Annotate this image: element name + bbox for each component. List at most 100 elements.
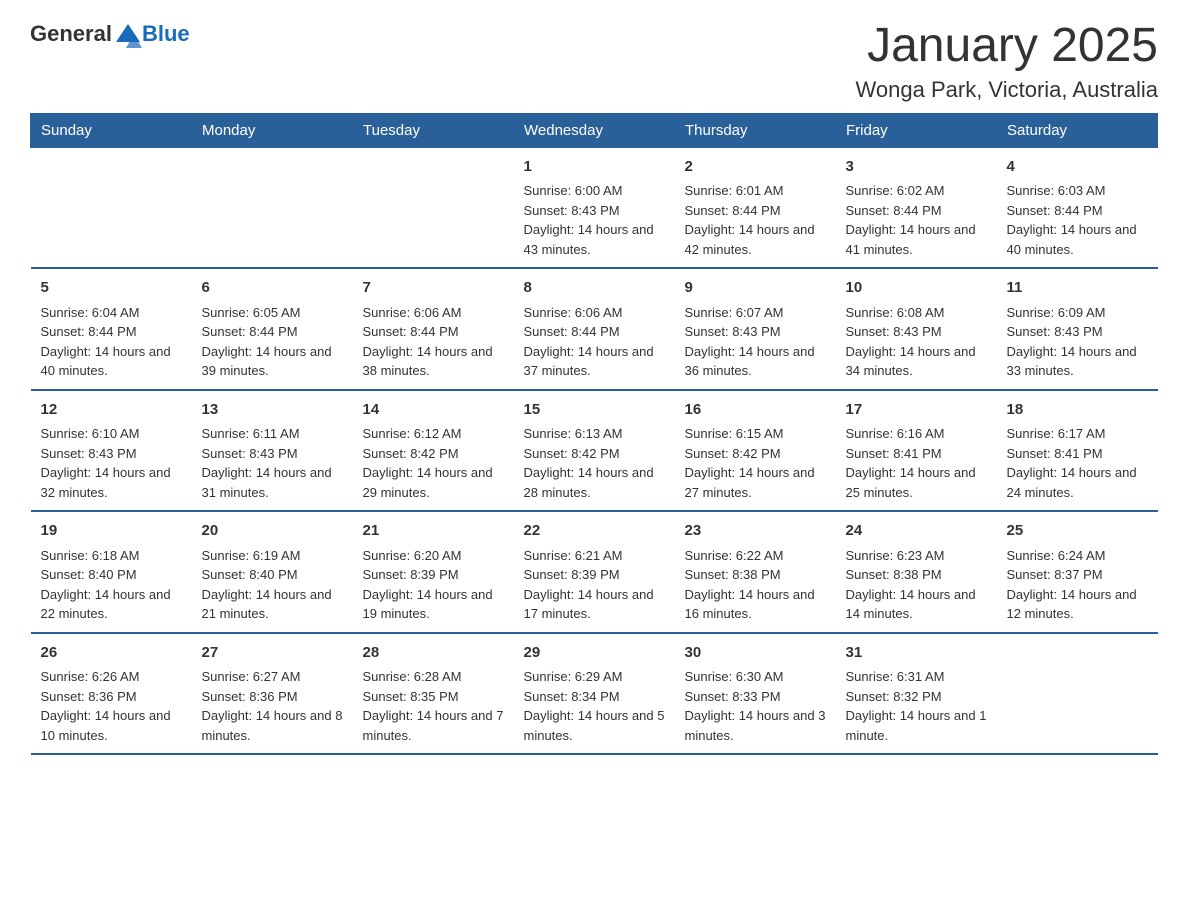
day-info: Sunrise: 6:16 AMSunset: 8:41 PMDaylight:… <box>846 424 987 502</box>
calendar-cell: 16Sunrise: 6:15 AMSunset: 8:42 PMDayligh… <box>675 390 836 512</box>
header-row: SundayMondayTuesdayWednesdayThursdayFrid… <box>31 113 1158 147</box>
day-info: Sunrise: 6:01 AMSunset: 8:44 PMDaylight:… <box>685 181 826 259</box>
day-info: Sunrise: 6:09 AMSunset: 8:43 PMDaylight:… <box>1007 303 1148 381</box>
day-number: 12 <box>41 399 182 422</box>
calendar-cell: 22 Sunrise: 6:21 AMSunset: 8:39 PMDayligh… <box>514 511 675 633</box>
calendar-cell: 24 Sunrise: 6:23 AMSunset: 8:38 PMDayligh… <box>836 511 997 633</box>
header-cell-saturday: Saturday <box>997 113 1158 147</box>
day-info: Sunrise: 6:08 AMSunset: 8:43 PMDaylight:… <box>846 303 987 381</box>
week-row-5: 26Sunrise: 6:26 AMSunset: 8:36 PMDayligh… <box>31 633 1158 755</box>
calendar-cell: 23 Sunrise: 6:22 AMSunset: 8:38 PMDayligh… <box>675 511 836 633</box>
calendar-cell: 15Sunrise: 6:13 AMSunset: 8:42 PMDayligh… <box>514 390 675 512</box>
day-info: Sunrise: 6:15 AMSunset: 8:42 PMDaylight:… <box>685 424 826 502</box>
calendar-cell <box>192 147 353 268</box>
month-title: January 2025 <box>856 20 1158 73</box>
day-number: 29 <box>524 642 665 665</box>
header-cell-thursday: Thursday <box>675 113 836 147</box>
day-number: 11 <box>1007 277 1148 300</box>
calendar-cell: 18Sunrise: 6:17 AMSunset: 8:41 PMDayligh… <box>997 390 1158 512</box>
day-number: 27 <box>202 642 343 665</box>
day-info: Sunrise: 6:20 AMSunset: 8:39 PMDaylight:… <box>363 546 504 624</box>
day-info: Sunrise: 6:27 AMSunset: 8:36 PMDaylight:… <box>202 667 343 745</box>
header-cell-wednesday: Wednesday <box>514 113 675 147</box>
day-info: Sunrise: 6:24 AMSunset: 8:37 PMDaylight:… <box>1007 546 1148 624</box>
day-info: Sunrise: 6:28 AMSunset: 8:35 PMDaylight:… <box>363 667 504 745</box>
day-info: Sunrise: 6:22 AMSunset: 8:38 PMDaylight:… <box>685 546 826 624</box>
calendar-cell: 8Sunrise: 6:06 AMSunset: 8:44 PMDaylight… <box>514 268 675 390</box>
day-info: Sunrise: 6:21 AMSunset: 8:39 PMDaylight:… <box>524 546 665 624</box>
day-info: Sunrise: 6:29 AMSunset: 8:34 PMDaylight:… <box>524 667 665 745</box>
day-number: 30 <box>685 642 826 665</box>
day-number: 1 <box>524 156 665 179</box>
day-info: Sunrise: 6:02 AMSunset: 8:44 PMDaylight:… <box>846 181 987 259</box>
logo: General Blue <box>30 20 190 48</box>
calendar-header: SundayMondayTuesdayWednesdayThursdayFrid… <box>31 113 1158 147</box>
day-number: 25 <box>1007 520 1148 543</box>
day-info: Sunrise: 6:18 AMSunset: 8:40 PMDaylight:… <box>41 546 182 624</box>
header-cell-monday: Monday <box>192 113 353 147</box>
day-number: 16 <box>685 399 826 422</box>
calendar-cell: 5 Sunrise: 6:04 AMSunset: 8:44 PMDaylight… <box>31 268 192 390</box>
header-cell-tuesday: Tuesday <box>353 113 514 147</box>
day-number: 7 <box>363 277 504 300</box>
day-info: Sunrise: 6:11 AMSunset: 8:43 PMDaylight:… <box>202 424 343 502</box>
calendar-table: SundayMondayTuesdayWednesdayThursdayFrid… <box>30 113 1158 756</box>
calendar-body: 1Sunrise: 6:00 AMSunset: 8:43 PMDaylight… <box>31 147 1158 754</box>
location-title: Wonga Park, Victoria, Australia <box>856 77 1158 103</box>
day-number: 24 <box>846 520 987 543</box>
week-row-4: 19 Sunrise: 6:18 AMSunset: 8:40 PMDayligh… <box>31 511 1158 633</box>
day-number: 20 <box>202 520 343 543</box>
calendar-cell: 29Sunrise: 6:29 AMSunset: 8:34 PMDayligh… <box>514 633 675 755</box>
day-info: Sunrise: 6:04 AMSunset: 8:44 PMDaylight:… <box>41 303 182 381</box>
calendar-cell: 9 Sunrise: 6:07 AMSunset: 8:43 PMDaylight… <box>675 268 836 390</box>
logo-icon <box>114 20 142 48</box>
day-info: Sunrise: 6:17 AMSunset: 8:41 PMDaylight:… <box>1007 424 1148 502</box>
calendar-cell: 20 Sunrise: 6:19 AMSunset: 8:40 PMDayligh… <box>192 511 353 633</box>
day-info: Sunrise: 6:10 AMSunset: 8:43 PMDaylight:… <box>41 424 182 502</box>
day-number: 15 <box>524 399 665 422</box>
calendar-cell <box>353 147 514 268</box>
calendar-cell: 19 Sunrise: 6:18 AMSunset: 8:40 PMDayligh… <box>31 511 192 633</box>
calendar-cell: 17Sunrise: 6:16 AMSunset: 8:41 PMDayligh… <box>836 390 997 512</box>
day-number: 21 <box>363 520 504 543</box>
day-number: 17 <box>846 399 987 422</box>
day-number: 23 <box>685 520 826 543</box>
page-header: General Blue January 2025 Wonga Park, Vi… <box>30 20 1158 103</box>
day-info: Sunrise: 6:30 AMSunset: 8:33 PMDaylight:… <box>685 667 826 745</box>
day-info: Sunrise: 6:06 AMSunset: 8:44 PMDaylight:… <box>524 303 665 381</box>
day-info: Sunrise: 6:07 AMSunset: 8:43 PMDaylight:… <box>685 303 826 381</box>
title-block: January 2025 Wonga Park, Victoria, Austr… <box>856 20 1158 103</box>
day-number: 9 <box>685 277 826 300</box>
calendar-cell: 10 Sunrise: 6:08 AMSunset: 8:43 PMDayligh… <box>836 268 997 390</box>
calendar-cell: 26Sunrise: 6:26 AMSunset: 8:36 PMDayligh… <box>31 633 192 755</box>
calendar-cell: 21 Sunrise: 6:20 AMSunset: 8:39 PMDayligh… <box>353 511 514 633</box>
calendar-cell: 4Sunrise: 6:03 AMSunset: 8:44 PMDaylight… <box>997 147 1158 268</box>
day-number: 31 <box>846 642 987 665</box>
logo-blue-text: Blue <box>142 21 190 47</box>
day-info: Sunrise: 6:26 AMSunset: 8:36 PMDaylight:… <box>41 667 182 745</box>
calendar-cell: 27Sunrise: 6:27 AMSunset: 8:36 PMDayligh… <box>192 633 353 755</box>
day-info: Sunrise: 6:23 AMSunset: 8:38 PMDaylight:… <box>846 546 987 624</box>
calendar-cell: 6Sunrise: 6:05 AMSunset: 8:44 PMDaylight… <box>192 268 353 390</box>
day-info: Sunrise: 6:19 AMSunset: 8:40 PMDaylight:… <box>202 546 343 624</box>
header-cell-sunday: Sunday <box>31 113 192 147</box>
day-number: 19 <box>41 520 182 543</box>
day-number: 10 <box>846 277 987 300</box>
calendar-cell: 12Sunrise: 6:10 AMSunset: 8:43 PMDayligh… <box>31 390 192 512</box>
calendar-cell: 25 Sunrise: 6:24 AMSunset: 8:37 PMDayligh… <box>997 511 1158 633</box>
day-number: 6 <box>202 277 343 300</box>
day-number: 4 <box>1007 156 1148 179</box>
day-info: Sunrise: 6:06 AMSunset: 8:44 PMDaylight:… <box>363 303 504 381</box>
day-info: Sunrise: 6:31 AMSunset: 8:32 PMDaylight:… <box>846 667 987 745</box>
day-info: Sunrise: 6:03 AMSunset: 8:44 PMDaylight:… <box>1007 181 1148 259</box>
day-info: Sunrise: 6:00 AMSunset: 8:43 PMDaylight:… <box>524 181 665 259</box>
day-number: 22 <box>524 520 665 543</box>
week-row-2: 5 Sunrise: 6:04 AMSunset: 8:44 PMDaylight… <box>31 268 1158 390</box>
header-cell-friday: Friday <box>836 113 997 147</box>
day-number: 5 <box>41 277 182 300</box>
day-number: 14 <box>363 399 504 422</box>
week-row-3: 12Sunrise: 6:10 AMSunset: 8:43 PMDayligh… <box>31 390 1158 512</box>
calendar-cell: 2Sunrise: 6:01 AMSunset: 8:44 PMDaylight… <box>675 147 836 268</box>
calendar-cell: 1Sunrise: 6:00 AMSunset: 8:43 PMDaylight… <box>514 147 675 268</box>
calendar-cell: 30Sunrise: 6:30 AMSunset: 8:33 PMDayligh… <box>675 633 836 755</box>
